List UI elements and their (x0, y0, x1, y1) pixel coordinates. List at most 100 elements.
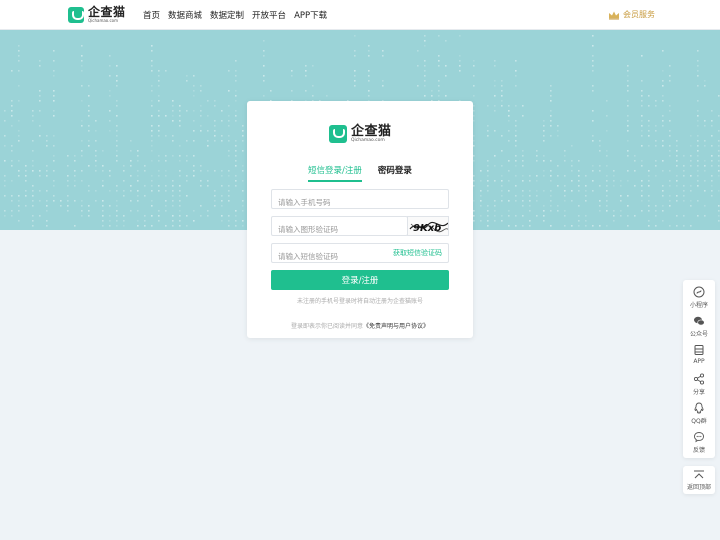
banner-dot (557, 135, 559, 137)
banner-dot (95, 150, 97, 152)
banner-dot (116, 150, 118, 152)
vip-service-link[interactable]: 会员服务 (608, 9, 655, 20)
banner-dot (179, 185, 181, 187)
banner-dot (550, 160, 552, 162)
banner-dot (494, 105, 496, 107)
banner-dot (151, 60, 153, 62)
get-sms-code-button[interactable]: 获取短信验证码 (393, 248, 442, 258)
tab-sms-login[interactable]: 短信登录/注册 (308, 164, 362, 182)
sms-code-input[interactable] (272, 247, 382, 266)
banner-dot (697, 60, 699, 62)
banner-dot (214, 100, 216, 102)
banner-dot (291, 70, 293, 72)
banner-dot (53, 145, 55, 147)
banner-dot (585, 185, 587, 187)
banner-dot (592, 35, 594, 37)
banner-dot (81, 120, 83, 122)
banner-dot (179, 190, 181, 192)
side-share[interactable]: 分享 (683, 369, 715, 399)
banner-dot (235, 180, 237, 182)
banner-dot (81, 70, 83, 72)
banner-dot (578, 225, 580, 227)
banner-dot (578, 175, 580, 177)
banner-dot (655, 125, 657, 127)
banner-dot (662, 220, 664, 222)
banner-dot (627, 80, 629, 82)
back-to-top-button[interactable]: 返回顶部 (683, 466, 715, 494)
nav-data-custom[interactable]: 数据定制 (210, 9, 244, 21)
banner-dot (711, 180, 713, 182)
banner-dot (697, 180, 699, 182)
banner-dot (473, 220, 475, 222)
banner-dot (711, 135, 713, 137)
banner-dot (214, 135, 216, 137)
tab-password-login[interactable]: 密码登录 (378, 164, 412, 182)
banner-dot (655, 210, 657, 212)
banner-dot (235, 115, 237, 117)
logo-title: 企查猫 (88, 5, 126, 19)
banner-dot (662, 145, 664, 147)
banner-dot (515, 140, 517, 142)
nav-home[interactable]: 首页 (143, 9, 160, 21)
side-wechat[interactable]: 公众号 (683, 311, 715, 341)
banner-dot (4, 110, 6, 112)
banner-dot (207, 115, 209, 117)
banner-dot (172, 155, 174, 157)
captcha-image[interactable]: 9Kxb (407, 216, 449, 236)
nav-app-download[interactable]: APP下载 (294, 9, 327, 21)
banner-dot (508, 215, 510, 217)
nav-open-platform[interactable]: 开放平台 (252, 9, 286, 21)
banner-dot (242, 200, 244, 202)
banner-dot (214, 195, 216, 197)
banner-dot (116, 135, 118, 137)
banner-dot (95, 200, 97, 202)
banner-dot (151, 130, 153, 132)
banner-dot (424, 40, 426, 42)
banner-dot (536, 200, 538, 202)
banner-dot (487, 125, 489, 127)
card-logo: 企查猫 Qichamao.com (329, 125, 392, 144)
banner-dot (228, 115, 230, 117)
banner-dot (214, 190, 216, 192)
side-qq[interactable]: QQ群 (683, 398, 715, 428)
banner-dot (354, 55, 356, 57)
login-submit-button[interactable]: 登录/注册 (271, 270, 449, 290)
banner-dot (228, 220, 230, 222)
banner-dot (634, 155, 636, 157)
banner-dot (368, 90, 370, 92)
site-logo[interactable]: 企查猫 Qichamao.com (68, 6, 126, 23)
banner-dot (704, 170, 706, 172)
banner-dot (32, 140, 34, 142)
banner-dot (158, 190, 160, 192)
agreement-link[interactable]: 《免责声明与用户协议》 (363, 323, 429, 330)
banner-dot (494, 200, 496, 202)
banner-dot (165, 155, 167, 157)
banner-dot (193, 85, 195, 87)
banner-dot (487, 175, 489, 177)
captcha-input[interactable] (272, 220, 407, 239)
side-app[interactable]: APP (683, 340, 715, 370)
banner-dot (242, 225, 244, 227)
banner-dot (655, 215, 657, 217)
banner-dot (137, 225, 139, 227)
banner-dot (697, 125, 699, 127)
phone-input[interactable] (272, 193, 448, 212)
banner-dot (95, 165, 97, 167)
banner-dot (214, 130, 216, 132)
banner-dot (102, 150, 104, 152)
banner-dot (53, 95, 55, 97)
banner-dot (382, 85, 384, 87)
banner-dot (508, 105, 510, 107)
banner-dot (144, 220, 146, 222)
banner-dot (74, 170, 76, 172)
banner-dot (662, 50, 664, 52)
banner-dot (137, 170, 139, 172)
side-feedback[interactable]: 反馈 (683, 427, 715, 457)
banner-dot (662, 100, 664, 102)
nav-data-mall[interactable]: 数据商城 (168, 9, 202, 21)
side-mini-program[interactable]: 小程序 (683, 282, 715, 312)
banner-dot (648, 170, 650, 172)
banner-dot (193, 210, 195, 212)
banner-dot (571, 165, 573, 167)
banner-dot (718, 130, 720, 132)
